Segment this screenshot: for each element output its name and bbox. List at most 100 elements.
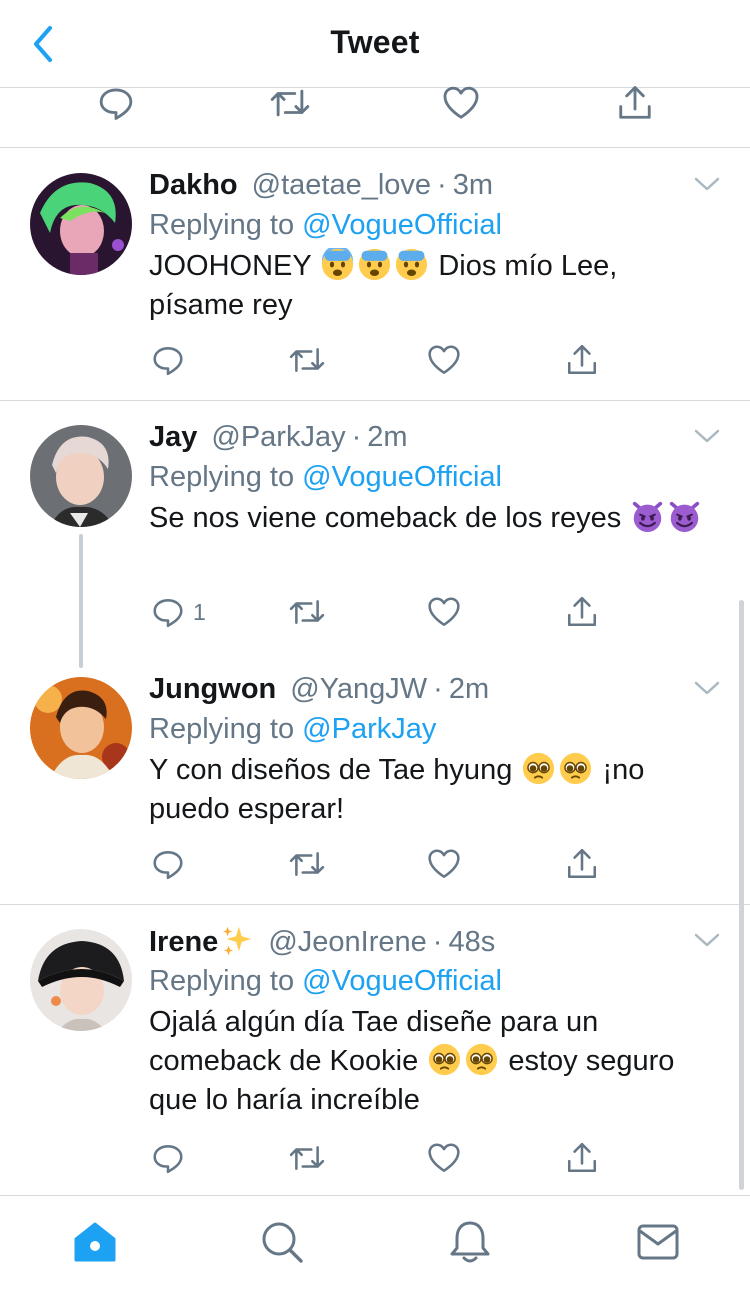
display-name[interactable]: Jungwon [149,673,276,705]
like-button[interactable] [427,343,461,377]
retweet-button[interactable] [287,847,327,881]
retweet-button[interactable] [268,84,312,122]
like-button[interactable] [427,847,461,881]
reply-button[interactable] [151,343,185,377]
share-icon [567,1142,597,1173]
user-handle[interactable]: @taetae_love [252,169,431,201]
sparkles-emoji [223,926,252,956]
tweet-header: Irene @JeonIrene · 48s [149,923,495,960]
share-button[interactable] [565,847,599,881]
separator-dot: · [432,926,443,958]
tweet-menu-button[interactable] [694,177,720,198]
mention-link[interactable]: @VogueOfficial [302,209,502,241]
scrollbar[interactable] [739,600,744,1190]
share-icon [567,344,597,375]
user-handle[interactable]: @YangJW [290,673,427,705]
avatar[interactable] [30,929,132,1031]
smiling-imp-emoji [670,501,700,533]
display-name[interactable]: Irene [149,926,218,958]
replying-prefix: Replying to [149,713,295,745]
replying-prefix: Replying to [149,209,295,241]
share-button[interactable] [616,84,654,122]
timestamp: 48s [448,926,496,958]
reply-icon [153,851,183,880]
tab-home[interactable] [71,1218,119,1266]
display-name[interactable]: Dakho [149,169,238,201]
share-button[interactable] [565,595,599,629]
messages-icon [637,1224,679,1260]
reply-button[interactable] [151,847,185,881]
smiling-imp-emoji [633,501,663,533]
mention-link[interactable]: @ParkJay [302,713,436,745]
timestamp: 2m [367,421,408,453]
tweet-menu-button[interactable] [694,429,720,450]
reply-button[interactable] [151,1141,185,1175]
pleading-face-emoji [560,752,592,785]
tweet-actions [149,1141,599,1181]
heart-icon [428,597,460,627]
pleading-face-emoji [523,752,555,785]
share-icon [567,596,597,627]
separator-dot: · [351,421,362,453]
user-handle[interactable]: @ParkJay [211,421,345,453]
tweet-menu-button[interactable] [694,681,720,702]
avatar[interactable] [30,425,132,527]
share-button[interactable] [565,343,599,377]
tweet-card[interactable]: Dakho @taetae_love · 3m Replying to @VogueO… [0,149,750,401]
avatar[interactable] [30,173,132,275]
tweet-actions: 1 [149,595,599,635]
tweet-text: JOOHONEY Dios mío Lee, písame rey [149,247,719,325]
search-icon [262,1222,303,1263]
chevron-down-icon [694,177,720,191]
replying-to: Replying to @VogueOfficial [149,207,502,243]
mention-link[interactable]: @VogueOfficial [302,965,502,997]
avatar[interactable] [30,677,132,779]
tweet-card[interactable]: Jay @ParkJay · 2m Replying to @VogueOfficia… [0,401,750,653]
replying-prefix: Replying to [149,965,295,997]
share-icon [567,848,597,879]
tab-search[interactable] [258,1218,306,1266]
tweet-actions [149,847,599,887]
tweet-text: Y con diseños de Tae hyung ¡no puedo esp… [149,751,719,829]
display-name[interactable]: Jay [149,421,197,453]
separator-dot: · [433,673,443,705]
notifications-icon [450,1221,490,1263]
like-button[interactable] [427,595,461,629]
heart-icon [443,86,479,119]
tweet-text-part: JOOHONEY [149,250,312,282]
reply-button[interactable] [97,84,135,122]
share-icon [619,86,651,119]
tweet-header: Dakho @taetae_love · 3m [149,167,493,203]
timestamp: 2m [448,673,490,705]
timestamp: 3m [452,169,494,201]
user-handle[interactable]: @JeonIrene [268,926,426,958]
like-button[interactable] [427,1141,461,1175]
tweet-card[interactable]: Irene @JeonIrene · 48s Replying to @VogueOf… [0,905,750,1195]
reply-count: 1 [193,598,206,625]
retweet-button[interactable] [287,1141,327,1175]
fearful-face-emoji [359,248,391,281]
retweet-icon [270,89,310,117]
retweet-button[interactable] [287,595,327,629]
like-button[interactable] [442,84,480,122]
reply-icon [99,88,133,120]
heart-icon [428,849,460,879]
tweet-text: Se nos viene comeback de los reyes [149,499,719,538]
tab-messages[interactable] [634,1218,682,1266]
chevron-down-icon [694,429,720,443]
tweet-actions [149,343,599,383]
tweet-menu-button[interactable] [694,933,720,954]
reply-button[interactable]: 1 [151,595,206,629]
replying-to: Replying to @ParkJay [149,711,436,747]
tweet-card[interactable]: Jungwon @YangJW · 2m Replying to @ParkJay Y… [0,653,750,905]
tweet-text: Ojalá algún día Tae diseñe para un comeb… [149,1003,719,1120]
main-tweet-actions [0,86,750,148]
chevron-down-icon [694,681,720,695]
retweet-icon [289,852,325,876]
mention-link[interactable]: @VogueOfficial [302,461,502,493]
share-button[interactable] [565,1141,599,1175]
retweet-button[interactable] [287,343,327,377]
tab-notifications[interactable] [446,1218,494,1266]
chevron-down-icon [694,933,720,947]
replying-to: Replying to @VogueOfficial [149,459,502,495]
